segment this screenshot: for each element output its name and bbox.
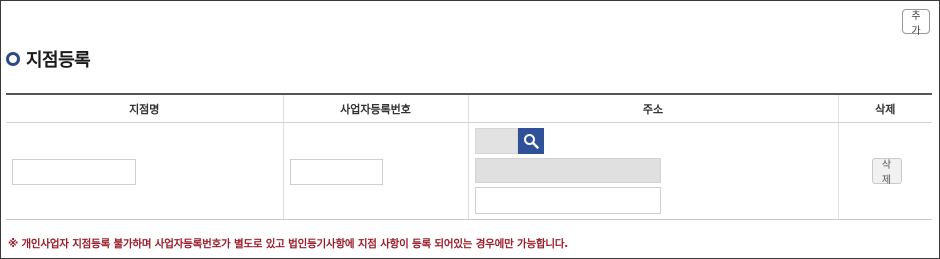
address-field[interactable] bbox=[474, 158, 661, 183]
add-button[interactable]: 추가 bbox=[902, 9, 930, 37]
header-delete: 삭제 bbox=[837, 93, 932, 123]
address-search-button[interactable] bbox=[517, 128, 544, 154]
table-row: 삭제 bbox=[6, 122, 932, 220]
branch-name-cell bbox=[6, 122, 283, 220]
header-address: 주소 bbox=[467, 93, 838, 123]
section-title: 지점등록 bbox=[26, 50, 91, 71]
table-header-row: 지점명 사업자등록번호 주소 삭제 bbox=[6, 93, 932, 123]
notice-text: ※ 개인사업자 지점등록 불가하며 사업자등록번호가 별도로 있고 법인등기사항… bbox=[8, 238, 569, 250]
branch-name-input[interactable] bbox=[12, 159, 136, 185]
delete-cell: 삭제 bbox=[837, 122, 932, 220]
address-detail-input[interactable] bbox=[474, 187, 661, 214]
zipcode-group bbox=[474, 128, 544, 154]
delete-button[interactable]: 삭제 bbox=[871, 158, 902, 186]
header-business-number: 사업자등록번호 bbox=[282, 93, 468, 123]
address-cell bbox=[467, 122, 838, 220]
search-icon bbox=[523, 134, 539, 149]
business-number-input[interactable] bbox=[289, 159, 383, 185]
branch-table: 지점명 사업자등록번호 주소 삭제 삭제 bbox=[6, 93, 932, 220]
section-header: 지점등록 bbox=[6, 46, 91, 72]
zipcode-field[interactable] bbox=[474, 128, 518, 154]
circle-bullet-icon bbox=[6, 52, 20, 66]
header-branch-name: 지점명 bbox=[6, 93, 283, 123]
business-number-cell bbox=[282, 122, 468, 220]
